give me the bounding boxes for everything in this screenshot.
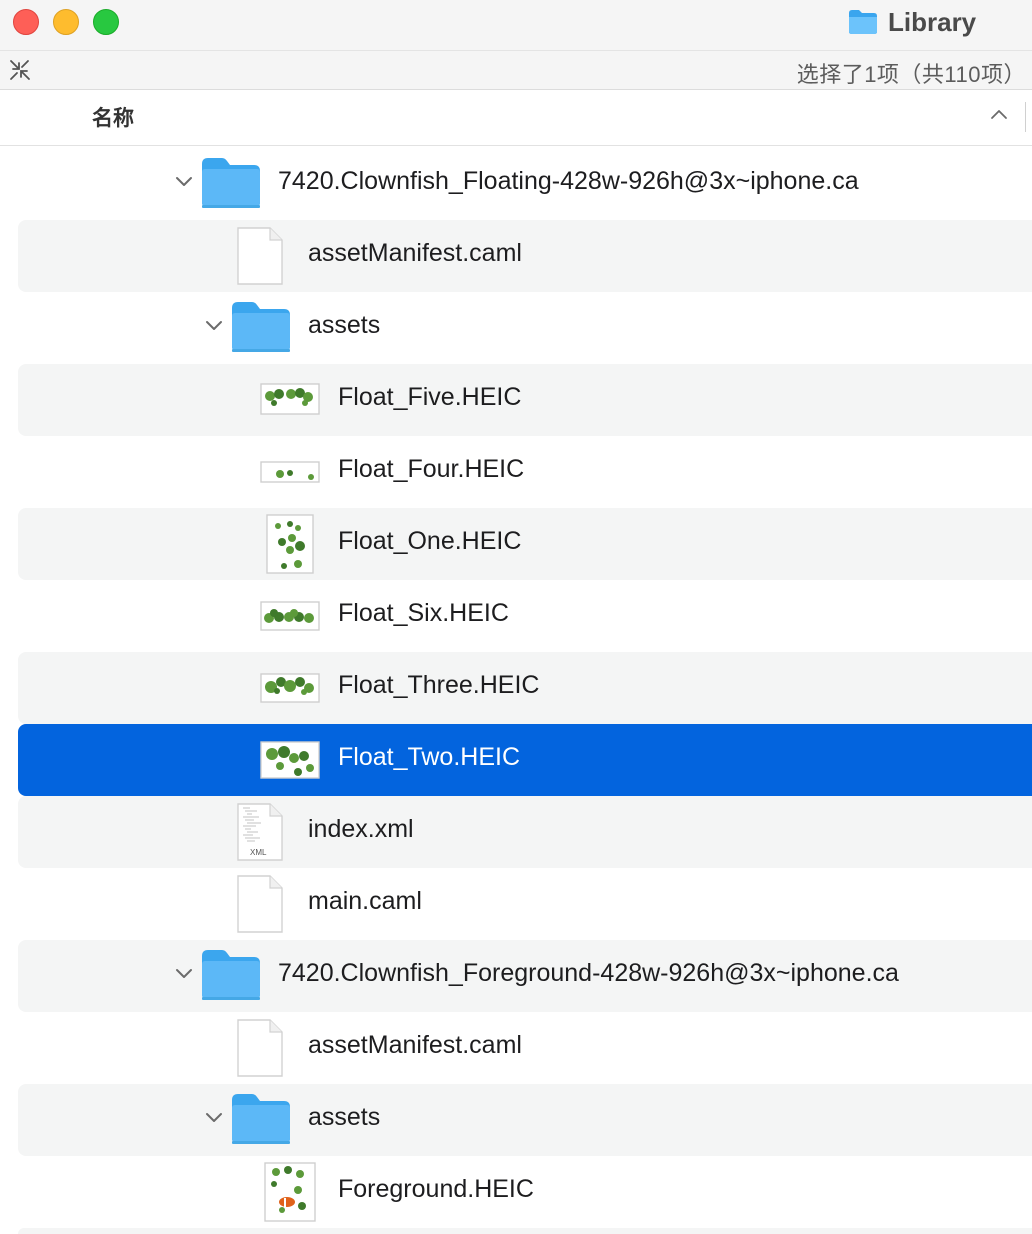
- file-name-label: main.caml: [308, 887, 422, 915]
- list-row-partial: [18, 1228, 1032, 1234]
- collapse-arrows-icon[interactable]: [8, 59, 32, 81]
- selection-status: 选择了1项（共110项）: [796, 62, 1026, 87]
- document-icon: [236, 874, 284, 939]
- xml-badge: XML: [250, 848, 267, 857]
- folder-row[interactable]: assets: [18, 1084, 1032, 1156]
- title-bar: Library: [0, 0, 1032, 50]
- file-name-label: assets: [308, 1103, 381, 1131]
- chevron-down-icon[interactable]: [174, 966, 194, 982]
- sort-ascending-icon[interactable]: [990, 108, 1008, 120]
- image-thumbnail-icon: [260, 1162, 320, 1227]
- image-thumbnail-icon: [260, 586, 320, 651]
- file-name-label: Float_Two.HEIC: [338, 743, 521, 771]
- file-row[interactable]: XML index.xml: [18, 796, 1032, 868]
- image-thumbnail-icon: [260, 514, 320, 579]
- file-row[interactable]: assetManifest.caml: [18, 220, 1032, 292]
- file-name-label: Foreground.HEIC: [338, 1175, 534, 1203]
- minimize-window-button[interactable]: [53, 9, 79, 35]
- folder-icon: [849, 10, 877, 34]
- folder-row[interactable]: 7420.Clownfish_Foreground-428w-926h@3x~i…: [18, 940, 1032, 1012]
- chevron-down-icon[interactable]: [204, 318, 224, 334]
- column-header: 名称: [0, 90, 1032, 146]
- image-thumbnail-icon: [260, 370, 320, 435]
- chevron-down-icon[interactable]: [204, 1110, 224, 1126]
- file-row[interactable]: Float_Three.HEIC: [18, 652, 1032, 724]
- file-name-label: index.xml: [308, 815, 414, 843]
- document-icon: [236, 1018, 284, 1083]
- folder-icon: [200, 156, 262, 215]
- xml-file-icon: XML: [236, 802, 284, 867]
- document-icon: [236, 226, 284, 291]
- file-name-label: Float_Five.HEIC: [338, 383, 522, 411]
- folder-icon: [230, 300, 292, 359]
- folder-row[interactable]: assets: [18, 292, 1032, 364]
- close-window-button[interactable]: [13, 9, 39, 35]
- file-row[interactable]: Float_Four.HEIC: [18, 436, 1032, 508]
- file-name-label: Float_Three.HEIC: [338, 671, 540, 699]
- column-divider[interactable]: [1025, 102, 1026, 132]
- file-name-label: assetManifest.caml: [308, 239, 522, 267]
- image-thumbnail-icon: [260, 658, 320, 723]
- file-name-label: Float_Four.HEIC: [338, 455, 525, 483]
- file-row[interactable]: Float_One.HEIC: [18, 508, 1032, 580]
- image-thumbnail-icon: [260, 442, 320, 507]
- chevron-down-icon[interactable]: [174, 174, 194, 190]
- file-row[interactable]: Float_Five.HEIC: [18, 364, 1032, 436]
- file-name-label: Float_One.HEIC: [338, 527, 522, 555]
- file-name-label: assetManifest.caml: [308, 1031, 522, 1059]
- file-name-label: 7420.Clownfish_Foreground-428w-926h@3x~i…: [278, 959, 899, 987]
- window-title-text: Library: [888, 6, 977, 37]
- image-thumbnail-icon: [260, 730, 320, 795]
- file-name-label: Float_Six.HEIC: [338, 599, 509, 627]
- file-row[interactable]: Float_Two.HEIC: [18, 724, 1032, 796]
- file-row[interactable]: Foreground.HEIC: [18, 1156, 1032, 1228]
- status-bar: 选择了1项（共110项）: [0, 50, 1032, 90]
- folder-icon: [200, 948, 262, 1007]
- folder-icon: [230, 1092, 292, 1151]
- window-title: Library: [848, 4, 976, 40]
- file-name-label: assets: [308, 311, 381, 339]
- file-row[interactable]: main.caml: [18, 868, 1032, 940]
- folder-row[interactable]: 7420.Clownfish_Floating-428w-926h@3x~iph…: [18, 148, 1032, 220]
- file-row[interactable]: assetManifest.caml: [18, 1012, 1032, 1084]
- file-name-label: 7420.Clownfish_Floating-428w-926h@3x~iph…: [278, 167, 859, 195]
- name-column-header[interactable]: 名称: [92, 102, 134, 132]
- zoom-window-button[interactable]: [93, 9, 119, 35]
- file-row[interactable]: Float_Six.HEIC: [18, 580, 1032, 652]
